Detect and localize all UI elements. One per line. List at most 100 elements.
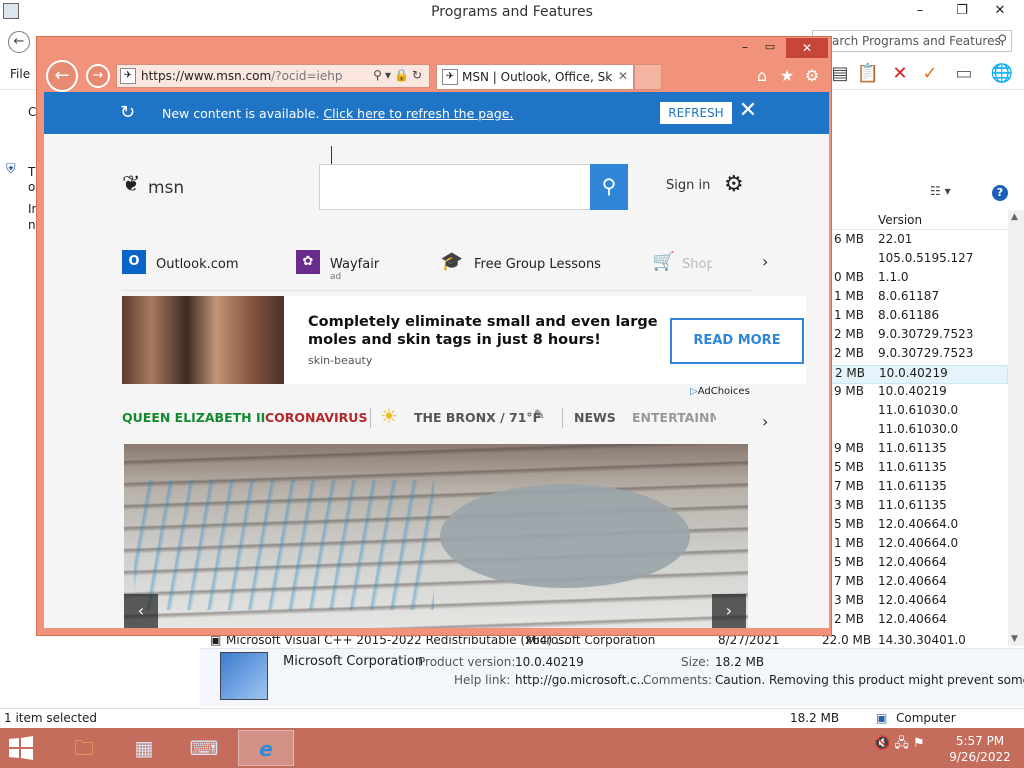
settings-gear-icon[interactable]: ⚙ [724,172,744,197]
ad-image[interactable] [122,296,284,384]
control-panel-taskbar-button[interactable]: ⌨ [176,730,232,766]
search-dropdown-icon[interactable]: ⚲▾ [373,68,394,82]
sign-in-link[interactable]: Sign in [666,178,710,193]
view-options-icon[interactable]: ☷ ▾ [930,184,951,198]
carousel-prev-icon[interactable]: ‹ [124,594,158,628]
notification-close-icon[interactable]: ✕ [736,98,760,124]
clock[interactable]: 5:57 PM 9/26/2022 [940,733,1020,765]
notification-refresh-link[interactable]: Click here to refresh the page. [323,106,513,121]
system-tray[interactable]: 🔇 🖧 ⚑ [874,734,925,756]
table-row[interactable]: 11.0.61030.0 [830,403,1008,422]
quick-link-free-group-lessons[interactable]: 🎓 Free Group Lessons [440,250,601,278]
address-url[interactable]: https://www.msn.com/?ocid=iehp [141,69,342,83]
file-menu[interactable]: File [10,67,30,81]
ad-headline[interactable]: Completely eliminate small and even larg… [308,313,658,349]
ie-forward-button[interactable]: → [86,64,110,88]
topic-entertainm[interactable]: ENTERTAINM [632,410,716,425]
pf-maximize-button[interactable]: ❐ [948,1,976,21]
ie-maximize-button[interactable]: ▭ [760,40,780,56]
column-version[interactable]: Version [878,213,922,227]
pf-scrollbar[interactable]: ▲ ▼ [1008,210,1024,646]
quick-link-outlook-com[interactable]: O Outlook.com [122,250,242,278]
table-row[interactable]: 5 MB 12.0.40664.0 [830,517,1008,536]
notification-refresh-button[interactable]: REFRESH [660,102,732,124]
action-center-icon[interactable]: ⚑ [913,736,925,751]
favorites-star-icon[interactable]: ★ [777,66,797,86]
scroll-down-icon[interactable]: ▼ [1011,634,1018,644]
topic-queen-elizabeth-ii[interactable]: QUEEN ELIZABETH II [122,410,265,425]
adchoices-link[interactable]: ▷AdChoices [690,386,750,397]
home-icon[interactable]: ⌂ [752,66,772,86]
topic-news[interactable]: NEWS [574,410,616,425]
checkmark-icon[interactable]: ✓ [918,62,942,86]
pf-close-button[interactable]: ✕ [986,1,1014,21]
left-pane-text[interactable]: o [28,180,35,194]
server-manager-button[interactable]: ▦ [116,730,172,766]
table-row[interactable]: 9 MB 10.0.40219 [830,384,1008,403]
table-row[interactable]: 3 MB 12.0.40664 [830,593,1008,612]
table-row[interactable]: 105.0.5195.127 [830,251,1008,270]
carousel-next-icon[interactable]: › [712,594,746,628]
pf-back-button[interactable]: ← [8,31,30,53]
tab-close-icon[interactable]: ✕ [618,69,628,83]
browser-tab[interactable]: ✈ MSN | Outlook, Office, Sky... ✕ [436,64,634,90]
left-pane-text[interactable]: T [28,165,35,179]
read-more-button[interactable]: READ MORE [670,318,804,364]
help-icon[interactable]: ? [992,185,1008,201]
ie-back-button[interactable]: ← [46,60,78,92]
msn-search-button[interactable]: ⚲ [590,164,628,210]
row-size: 2 MB [833,327,864,341]
table-row[interactable]: 2 MB 9.0.30729.7523 [830,346,1008,365]
msn-search-input[interactable] [319,164,591,210]
quick-link-wayfair[interactable]: ✿ Wayfair ad [296,250,416,282]
ie-minimize-button[interactable]: – [735,40,755,56]
uninstall-x-icon[interactable]: ✕ [888,62,912,86]
details-help-link[interactable]: http://go.microsoft.c... [515,673,648,687]
table-row[interactable]: 1 MB 12.0.40664.0 [830,536,1008,555]
table-row[interactable]: 9 MB 11.0.61135 [830,441,1008,460]
msn-logo[interactable]: msn [148,178,184,198]
weather-sun-cloud-icon[interactable]: ☀ [380,404,398,428]
table-row[interactable]: 2 MB 9.0.30729.7523 [830,327,1008,346]
start-button[interactable] [6,735,36,761]
topic-the-bronx-71-f[interactable]: THE BRONX / 71°F [414,410,541,425]
table-row[interactable]: 3 MB 11.0.61135 [830,498,1008,517]
internet-explorer-taskbar-button[interactable]: e [238,730,294,766]
volume-muted-icon[interactable]: 🔇 [874,736,890,751]
table-row[interactable]: 0 MB 1.1.0 [830,270,1008,289]
refresh-icon[interactable]: ↻ [412,68,425,82]
left-pane-text[interactable]: n [28,218,36,232]
lock-icon[interactable]: 🔒 [394,68,412,82]
network-icon[interactable]: 🖧 [894,736,909,751]
edit-pencil-icon[interactable]: ✎ [534,408,545,423]
address-actions[interactable]: ⚲▾🔒↻ [373,68,425,82]
topics-next-icon[interactable]: › [762,412,768,431]
msn-butterfly-icon[interactable]: ❦ [122,172,140,197]
file-explorer-button[interactable]: 🗀 [56,730,112,766]
table-row[interactable]: 7 MB 12.0.40664 [830,574,1008,593]
table-row[interactable]: 5 MB 11.0.61135 [830,460,1008,479]
tools-gear-icon[interactable]: ⚙ [802,66,822,86]
pf-minimize-button[interactable]: – [906,1,934,21]
table-row[interactable]: 2 MB 12.0.40664 [830,612,1008,631]
window-icon[interactable]: ▭ [952,62,976,86]
globe-icon[interactable]: 🌐 [990,62,1014,86]
ie-close-button[interactable]: ✕ [786,38,828,58]
table-row[interactable]: 6 MB 22.01 [830,232,1008,251]
table-row[interactable]: 1 MB 8.0.61186 [830,308,1008,327]
table-row[interactable]: 1 MB 8.0.61187 [830,289,1008,308]
pf-search-input[interactable]: Search Programs and Features ⚲ [812,30,1012,52]
row-version: 11.0.61135 [878,498,947,512]
table-row[interactable]: 7 MB 11.0.61135 [830,479,1008,498]
scroll-up-icon[interactable]: ▲ [1011,212,1018,222]
topic-coronavirus[interactable]: CORONAVIRUS [265,410,367,425]
new-tab-button[interactable] [634,64,662,90]
table-row[interactable]: 11.0.61030.0 [830,422,1008,441]
table-row[interactable]: 5 MB 12.0.40664 [830,555,1008,574]
address-bar[interactable]: ✈ https://www.msn.com/?ocid=iehp ⚲▾🔒↻ [116,64,430,88]
table-row[interactable]: 2 MB 10.0.40219 [830,365,1008,384]
quick-link-shop[interactable]: 🛒 Shop [652,250,712,278]
divider [122,290,752,291]
quick-links-next-icon[interactable]: › [762,252,768,271]
clipboard-icon[interactable]: 📋 [856,62,880,86]
